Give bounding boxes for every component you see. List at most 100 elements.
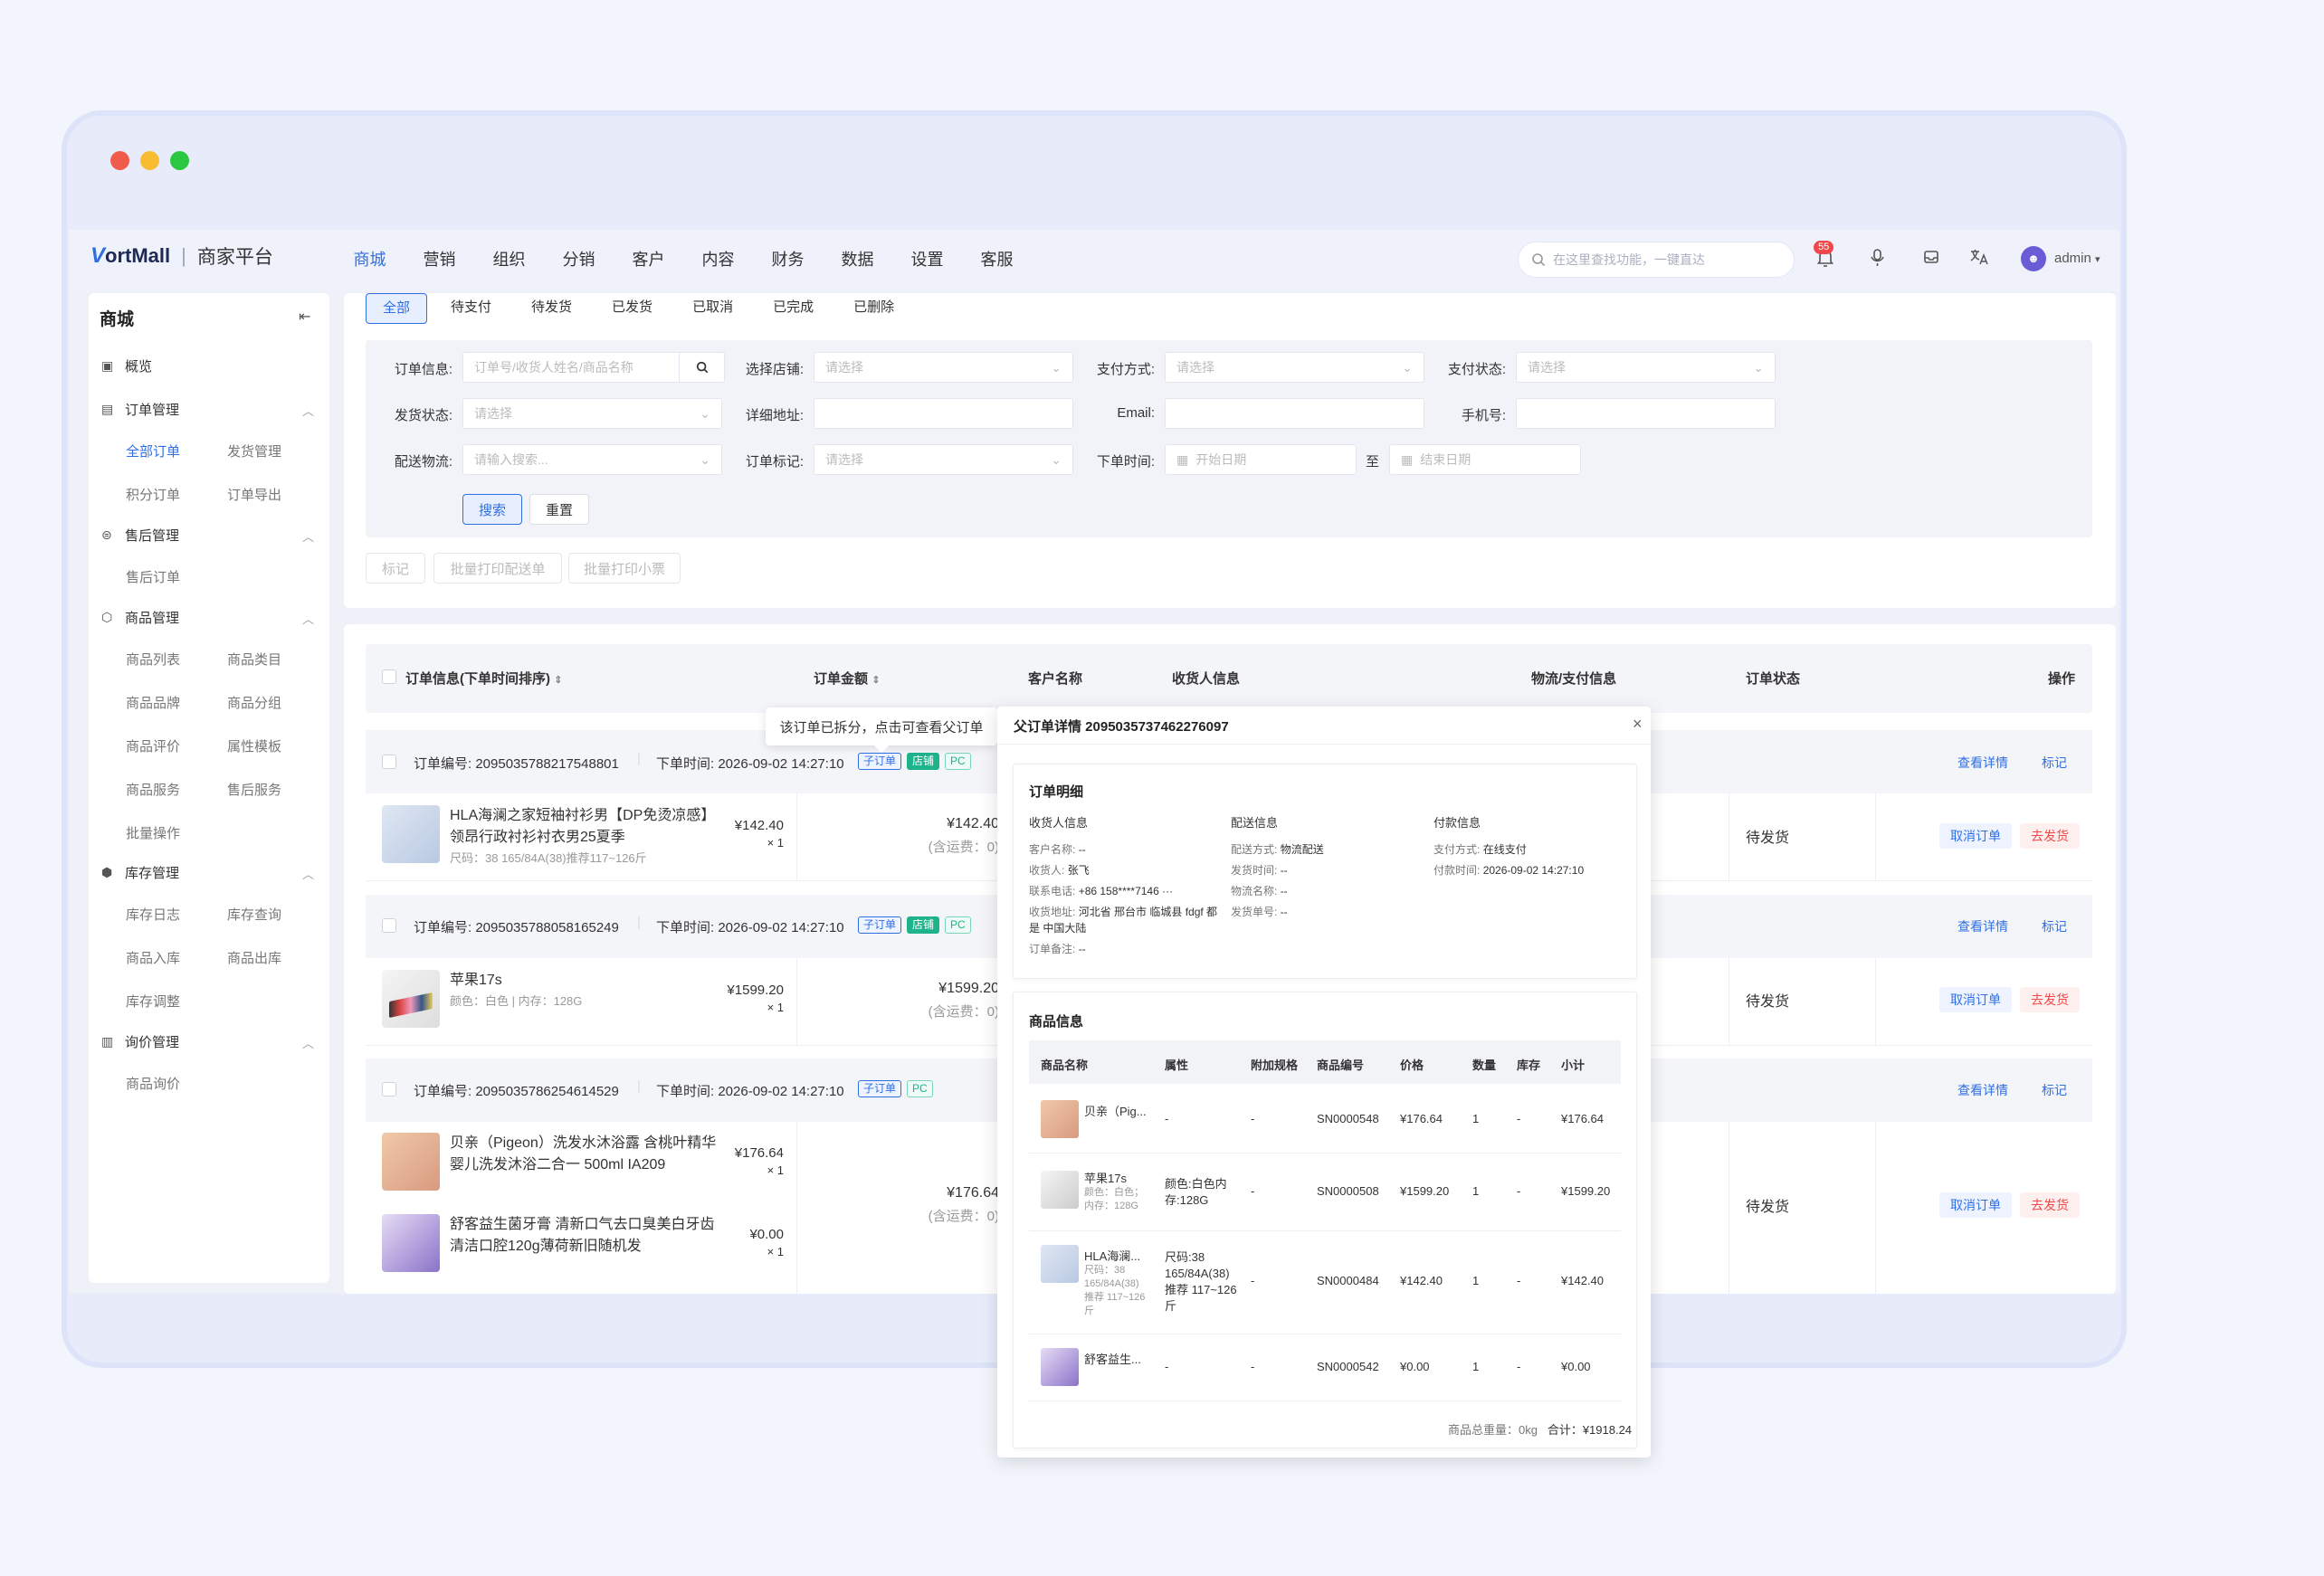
tab-pending-shipment[interactable]: 待发货 xyxy=(515,293,588,324)
chevron-up-icon[interactable]: ︿ xyxy=(302,1034,314,1051)
split-order-tooltip[interactable]: 该订单已拆分，点击可查看父订单 xyxy=(766,707,997,753)
nav-item-content[interactable]: 内容 xyxy=(683,244,753,275)
tab-cancelled[interactable]: 已取消 xyxy=(676,293,749,324)
sidebar-link-product-brand[interactable]: 商品品牌 xyxy=(126,693,180,712)
tab-completed[interactable]: 已完成 xyxy=(757,293,830,324)
phone-input[interactable] xyxy=(1516,398,1776,429)
order-search-button[interactable] xyxy=(679,352,725,383)
tab-all[interactable]: 全部 xyxy=(366,293,428,324)
chevron-up-icon[interactable]: ︿ xyxy=(302,402,314,419)
close-window-dot[interactable] xyxy=(110,151,129,170)
sidebar-link-stock-query[interactable]: 库存查询 xyxy=(227,905,281,924)
sidebar-link-points-orders[interactable]: 积分订单 xyxy=(126,485,180,504)
nav-item-customer[interactable]: 客户 xyxy=(614,244,683,275)
sidebar-link-order-export[interactable]: 订单导出 xyxy=(227,485,281,504)
nav-item-service[interactable]: 客服 xyxy=(962,244,1032,275)
header-amount[interactable]: 订单金额 ⇕ xyxy=(814,669,880,688)
select-all-checkbox[interactable] xyxy=(382,669,396,684)
ship-button[interactable]: 去发货 xyxy=(2020,1192,2080,1218)
chevron-up-icon[interactable]: ︿ xyxy=(302,610,314,627)
nav-item-distribution[interactable]: 分销 xyxy=(544,244,614,275)
sidebar-link-batch-ops[interactable]: 批量操作 xyxy=(126,823,180,842)
cancel-order-button[interactable]: 取消订单 xyxy=(1939,1192,2012,1218)
order-checkbox[interactable] xyxy=(382,1082,396,1097)
sub-order-tag[interactable]: 子订单 xyxy=(858,753,902,770)
sidebar-link-stock-out[interactable]: 商品出库 xyxy=(227,948,281,967)
sidebar-link-attribute-template[interactable]: 属性模板 xyxy=(227,736,281,755)
tab-shipped[interactable]: 已发货 xyxy=(595,293,669,324)
mark-select[interactable]: 请选择 ⌄ xyxy=(814,444,1073,475)
nav-item-settings[interactable]: 设置 xyxy=(892,244,962,275)
microphone-icon[interactable] xyxy=(1866,248,1890,272)
sub-order-tag[interactable]: 子订单 xyxy=(858,1080,902,1097)
inbox-icon[interactable] xyxy=(1919,248,1943,271)
chevron-up-icon[interactable]: ︿ xyxy=(302,527,314,545)
user-avatar[interactable]: ☻ xyxy=(2021,246,2046,271)
product-name[interactable]: HLA海澜之家短袖衬衫男【DP免烫凉感】领昂行政衬衫衬衣男25夏季 xyxy=(450,805,721,849)
sidebar-group-products[interactable]: ⬡ 商品管理 xyxy=(101,608,179,627)
start-date-input[interactable]: ▦ 开始日期 xyxy=(1165,444,1357,475)
mark-bulk-button[interactable]: 标记 xyxy=(366,553,425,584)
nav-item-mall[interactable]: 商城 xyxy=(335,244,405,275)
reset-button[interactable]: 重置 xyxy=(529,494,589,525)
search-button[interactable]: 搜索 xyxy=(462,494,522,525)
sidebar-link-stock-in[interactable]: 商品入库 xyxy=(126,948,180,967)
mark-link[interactable]: 标记 xyxy=(2042,754,2067,772)
sidebar-group-aftersales[interactable]: ⊜ 售后管理 xyxy=(101,526,179,545)
sidebar-link-stock-adjust[interactable]: 库存调整 xyxy=(126,992,180,1011)
sidebar-link-aftersales-orders[interactable]: 售后订单 xyxy=(126,567,180,586)
logistics-select[interactable]: 请输入搜索... ⌄ xyxy=(462,444,722,475)
nav-item-marketing[interactable]: 营销 xyxy=(405,244,474,275)
pay-status-select[interactable]: 请选择 ⌄ xyxy=(1516,352,1776,383)
product-name[interactable]: 舒客益生菌牙膏 清新口气去口臭美白牙齿清洁口腔120g薄荷新旧随机发 xyxy=(450,1214,721,1258)
email-input[interactable] xyxy=(1165,398,1424,429)
sidebar-link-product-inquiry[interactable]: 商品询价 xyxy=(126,1074,180,1093)
ship-status-select[interactable]: 请选择 ⌄ xyxy=(462,398,722,429)
user-menu[interactable]: admin ▾ xyxy=(2054,251,2100,266)
cancel-order-button[interactable]: 取消订单 xyxy=(1939,987,2012,1012)
translate-icon[interactable] xyxy=(1967,248,1991,271)
sidebar-group-inquiry[interactable]: ▥ 询价管理 xyxy=(101,1032,179,1051)
header-order-info[interactable]: 订单信息(下单时间排序) ⇕ xyxy=(405,669,562,688)
view-detail-link[interactable]: 查看详情 xyxy=(1957,754,2008,772)
order-checkbox[interactable] xyxy=(382,755,396,769)
sub-order-tag[interactable]: 子订单 xyxy=(858,916,902,934)
close-icon[interactable]: × xyxy=(1633,715,1643,734)
global-search-input[interactable]: 在这里查找功能，一键直达 xyxy=(1518,242,1795,278)
kv-value[interactable]: +86 158****7146 ··· xyxy=(1079,885,1173,897)
nav-item-data[interactable]: 数据 xyxy=(823,244,892,275)
sidebar-link-product-service[interactable]: 商品服务 xyxy=(126,780,180,799)
shop-select[interactable]: 请选择 ⌄ xyxy=(814,352,1073,383)
ship-button[interactable]: 去发货 xyxy=(2020,987,2080,1012)
sidebar-item-overview[interactable]: ▣ 概览 xyxy=(101,356,152,375)
sidebar-link-product-group[interactable]: 商品分组 xyxy=(227,693,281,712)
print-receipt-button[interactable]: 批量打印小票 xyxy=(568,553,681,584)
address-input[interactable] xyxy=(814,398,1073,429)
collapse-sidebar-icon[interactable]: ⇤ xyxy=(299,308,310,326)
sidebar-group-inventory[interactable]: ⬢ 库存管理 xyxy=(101,863,179,882)
sidebar-link-product-review[interactable]: 商品评价 xyxy=(126,736,180,755)
end-date-input[interactable]: ▦ 结束日期 xyxy=(1389,444,1581,475)
sidebar-link-stock-log[interactable]: 库存日志 xyxy=(126,905,180,924)
cancel-order-button[interactable]: 取消订单 xyxy=(1939,823,2012,849)
sidebar-link-shipping[interactable]: 发货管理 xyxy=(227,441,281,460)
sidebar-link-aftersales-service[interactable]: 售后服务 xyxy=(227,780,281,799)
print-delivery-button[interactable]: 批量打印配送单 xyxy=(433,553,562,584)
brand-logo[interactable]: VortMall | 商家平台 xyxy=(90,242,273,270)
product-name[interactable]: 贝亲（Pigeon）洗发水沐浴露 含桃叶精华 婴儿洗发沐浴二合一 500ml I… xyxy=(450,1133,721,1176)
nav-item-finance[interactable]: 财务 xyxy=(753,244,823,275)
order-checkbox[interactable] xyxy=(382,918,396,933)
sidebar-link-product-list[interactable]: 商品列表 xyxy=(126,650,180,669)
ship-button[interactable]: 去发货 xyxy=(2020,823,2080,849)
minimize-window-dot[interactable] xyxy=(140,151,159,170)
product-name[interactable]: 苹果17s xyxy=(450,970,721,992)
view-detail-link[interactable]: 查看详情 xyxy=(1957,1081,2008,1099)
sidebar-link-product-category[interactable]: 商品类目 xyxy=(227,650,281,669)
sidebar-link-all-orders[interactable]: 全部订单 xyxy=(126,441,180,460)
pay-method-select[interactable]: 请选择 ⌄ xyxy=(1165,352,1424,383)
tab-deleted[interactable]: 已删除 xyxy=(837,293,910,324)
mark-link[interactable]: 标记 xyxy=(2042,917,2067,935)
nav-item-organization[interactable]: 组织 xyxy=(474,244,544,275)
tab-pending-payment[interactable]: 待支付 xyxy=(434,293,508,324)
view-detail-link[interactable]: 查看详情 xyxy=(1957,917,2008,935)
